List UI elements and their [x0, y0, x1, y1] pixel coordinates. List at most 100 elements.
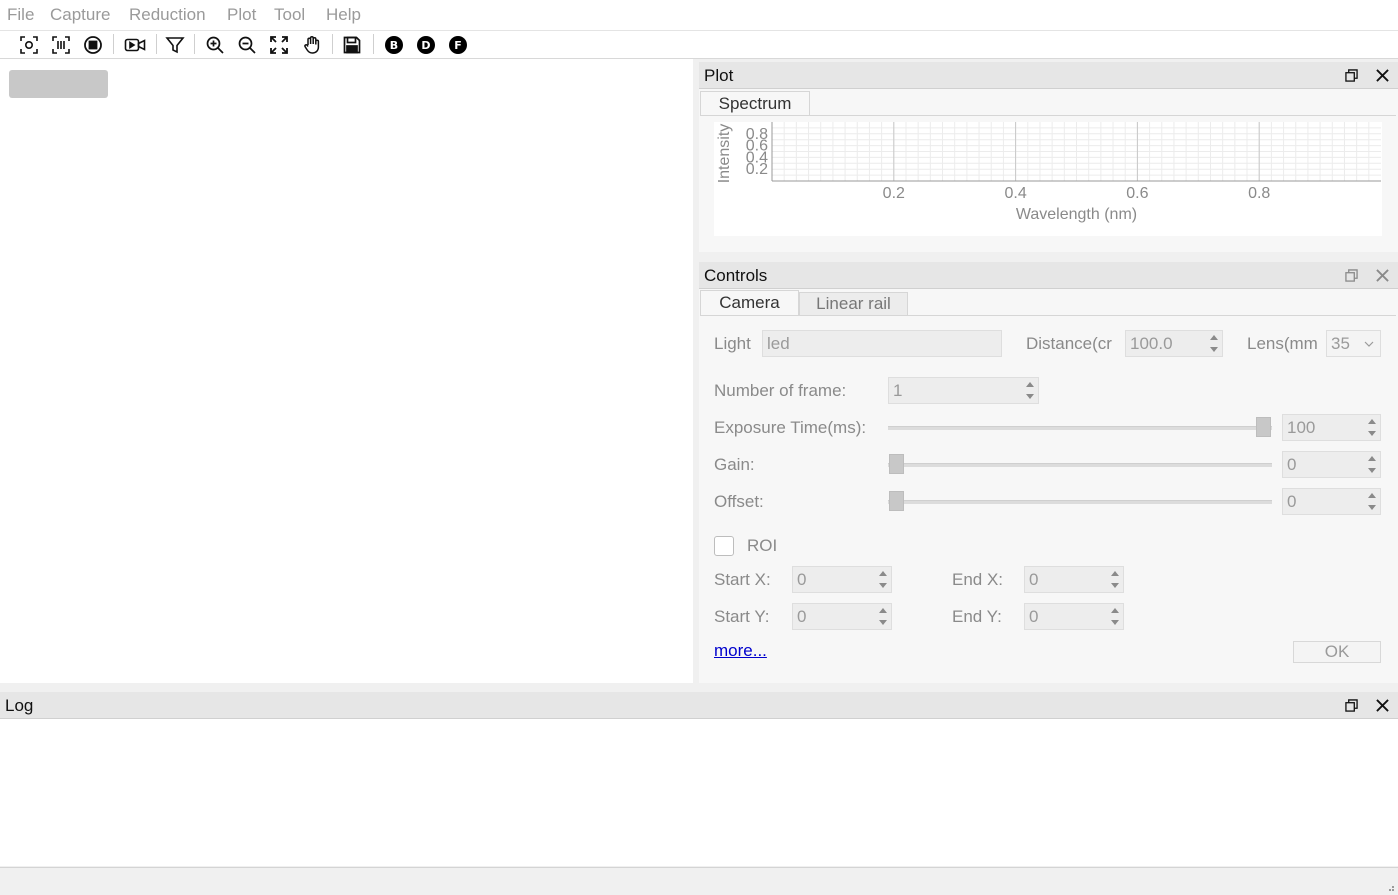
viewer-placeholder-chip	[9, 70, 108, 98]
start-x-spinbox[interactable]: 0	[792, 566, 892, 593]
gain-label: Gain:	[714, 455, 755, 474]
close-icon[interactable]	[1374, 267, 1390, 283]
start-y-label: Start Y:	[714, 607, 770, 626]
tab-spectrum[interactable]: Spectrum	[700, 91, 810, 116]
lens-value: 35	[1331, 334, 1350, 353]
more-link[interactable]: more...	[714, 641, 767, 661]
pan-hand-icon[interactable]	[301, 34, 323, 56]
y-axis-label: Intensity	[716, 124, 733, 184]
start-x-value: 0	[797, 570, 807, 589]
plot-panel-title: Plot	[704, 66, 734, 85]
end-y-spinbox[interactable]: 0	[1024, 603, 1124, 630]
resize-grip-icon[interactable]	[1385, 882, 1395, 892]
end-x-value: 0	[1029, 570, 1039, 589]
gain-slider-handle[interactable]	[889, 454, 904, 474]
menu-help[interactable]: Help	[326, 5, 361, 25]
spin-arrows-icon[interactable]	[877, 606, 889, 627]
chevron-down-icon	[1364, 341, 1374, 347]
spin-arrows-icon[interactable]	[1024, 380, 1036, 401]
log-output[interactable]	[0, 719, 1398, 866]
distance-label: Distance(cr	[1026, 334, 1112, 353]
menu-plot[interactable]: Plot	[227, 5, 256, 25]
offset-slider-track[interactable]	[888, 500, 1272, 504]
start-y-spinbox[interactable]: 0	[792, 603, 892, 630]
light-field[interactable]: led	[762, 330, 1002, 357]
frames-label: Number of frame:	[714, 381, 847, 400]
lens-label: Lens(mm	[1247, 334, 1318, 353]
distance-spinbox[interactable]: 100.0	[1125, 330, 1223, 357]
zoom-out-icon[interactable]	[236, 34, 258, 56]
start-x-label: Start X:	[714, 570, 771, 589]
offset-value: 0	[1287, 492, 1297, 511]
exposure-slider-track[interactable]	[888, 426, 1272, 430]
end-y-value: 0	[1029, 607, 1039, 626]
fit-screen-icon[interactable]	[268, 34, 290, 56]
status-bar	[0, 867, 1398, 895]
offset-spinbox[interactable]: 0	[1282, 488, 1381, 515]
spin-arrows-icon[interactable]	[1208, 333, 1220, 354]
circle-button-f[interactable]: F	[447, 34, 469, 56]
circle-button-b[interactable]: B	[383, 34, 405, 56]
menu-capture[interactable]: Capture	[50, 5, 110, 25]
menu-tool[interactable]: Tool	[274, 5, 305, 25]
frames-value: 1	[893, 381, 903, 400]
controls-panel-titlebar: Controls	[699, 262, 1398, 289]
float-icon[interactable]	[1343, 67, 1359, 83]
exposure-value: 100	[1287, 418, 1316, 437]
menu-bar: File Capture Reduction Plot Tool Help	[0, 0, 1398, 31]
gain-slider-track[interactable]	[888, 463, 1272, 467]
distance-value: 100.0	[1130, 334, 1173, 353]
f-icon: F	[449, 36, 467, 54]
frames-spinbox[interactable]: 1	[888, 377, 1039, 404]
close-icon[interactable]	[1374, 697, 1390, 713]
log-panel-title: Log	[5, 696, 34, 715]
filter-icon[interactable]	[164, 34, 186, 56]
x-tick-label: 0.6	[1126, 185, 1148, 202]
lens-select[interactable]: 35	[1326, 330, 1381, 357]
log-panel-titlebar: Log	[0, 692, 1398, 719]
zoom-in-icon[interactable]	[204, 34, 226, 56]
spin-arrows-icon[interactable]	[1109, 569, 1121, 590]
tab-linear-rail[interactable]: Linear rail	[799, 292, 908, 315]
float-icon[interactable]	[1343, 267, 1359, 283]
circle-button-d[interactable]: D	[415, 34, 437, 56]
end-y-label: End Y:	[952, 607, 1002, 626]
plot-panel-titlebar: Plot	[699, 62, 1398, 89]
spin-arrows-icon[interactable]	[1109, 606, 1121, 627]
roi-label: ROI	[747, 536, 778, 555]
exposure-spinbox[interactable]: 100	[1282, 414, 1381, 441]
sequence-capture-icon[interactable]	[50, 34, 72, 56]
x-tick-label: 0.2	[883, 185, 905, 202]
float-icon[interactable]	[1343, 697, 1359, 713]
gain-value: 0	[1287, 455, 1297, 474]
x-tick-label: 0.4	[1004, 185, 1026, 202]
close-icon[interactable]	[1374, 67, 1390, 83]
spin-arrows-icon[interactable]	[1366, 417, 1378, 438]
menu-reduction[interactable]: Reduction	[129, 5, 206, 25]
offset-slider-handle[interactable]	[889, 491, 904, 511]
controls-panel-body: Camera Linear rail Light led Distance(cr…	[699, 289, 1398, 683]
plot-panel-body: Spectrum 0.2 0.4 0.6 0.8 0.8 0.6 0.4 0.2 Wavelen…	[699, 89, 1398, 252]
end-x-spinbox[interactable]: 0	[1024, 566, 1124, 593]
save-icon[interactable]	[341, 34, 363, 56]
gain-spinbox[interactable]: 0	[1282, 451, 1381, 478]
spin-arrows-icon[interactable]	[1366, 491, 1378, 512]
image-viewer[interactable]	[0, 59, 693, 683]
spin-arrows-icon[interactable]	[1366, 454, 1378, 475]
spectrum-chart-svg: 0.2 0.4 0.6 0.80.80.60.40.2Wavelength (nm)I…	[716, 122, 1381, 223]
capture-icon[interactable]	[18, 34, 40, 56]
x-tick-label: 0.8	[1248, 185, 1270, 202]
roi-checkbox[interactable]	[714, 536, 734, 556]
spectrum-chart: 0.2 0.4 0.6 0.8 0.8 0.6 0.4 0.2 Wavelength (nm) I…	[714, 122, 1382, 236]
y-tick-label: 0.2	[746, 161, 768, 178]
spin-arrows-icon[interactable]	[877, 569, 889, 590]
ok-button[interactable]: OK	[1293, 641, 1381, 663]
menu-file[interactable]: File	[7, 5, 34, 25]
video-icon[interactable]	[123, 34, 147, 56]
exposure-label: Exposure Time(ms):	[714, 418, 867, 437]
stop-icon[interactable]	[82, 34, 104, 56]
exposure-slider-handle[interactable]	[1256, 417, 1271, 437]
light-label: Light	[714, 334, 751, 353]
controls-panel-title: Controls	[704, 266, 768, 285]
tab-camera[interactable]: Camera	[700, 290, 799, 315]
